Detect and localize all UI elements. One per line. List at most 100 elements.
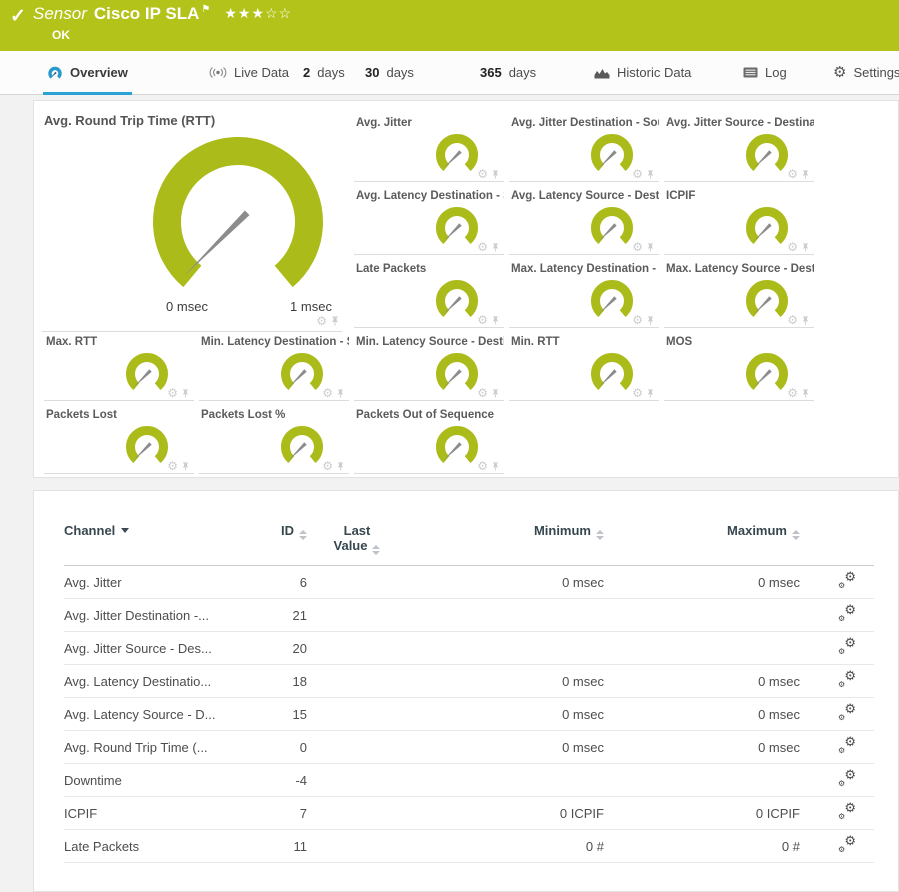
pin-icon[interactable] xyxy=(646,315,655,326)
gauge-cell: Packets Out of Sequence ⚙ xyxy=(354,409,504,474)
tab-365-days[interactable]: 365 days xyxy=(476,51,540,94)
gear-icon[interactable]: ⚙ xyxy=(787,168,798,180)
channel-settings-gears-icon[interactable]: ⚙⚙ xyxy=(838,770,856,787)
channel-last-value-cell xyxy=(307,698,407,731)
gauge-cell: Max. Latency Source - Destin...⚙ xyxy=(664,263,814,328)
gauge-cell: Min. Latency Source - Destina...⚙ xyxy=(354,336,504,401)
channel-name-cell[interactable]: Avg. Jitter Source - Des... xyxy=(64,632,249,665)
table-row: Avg. Jitter Source - Des...20⚙⚙ xyxy=(64,632,874,665)
pin-icon[interactable] xyxy=(801,242,810,253)
channel-name-cell[interactable]: Avg. Jitter Destination -... xyxy=(64,599,249,632)
gear-icon[interactable]: ⚙ xyxy=(477,314,488,326)
channel-settings-gears-icon[interactable]: ⚙⚙ xyxy=(838,638,856,655)
priority-stars[interactable]: ★★★☆☆ xyxy=(224,5,292,21)
gear-icon[interactable]: ⚙ xyxy=(477,168,488,180)
channel-settings-gears-icon[interactable]: ⚙⚙ xyxy=(838,836,856,853)
channel-settings-gears-icon[interactable]: ⚙⚙ xyxy=(838,605,856,622)
pin-icon[interactable] xyxy=(336,461,345,472)
channel-settings-gears-icon[interactable]: ⚙⚙ xyxy=(838,572,856,589)
channel-settings-gears-icon[interactable]: ⚙⚙ xyxy=(838,803,856,820)
channel-gauge xyxy=(432,129,482,179)
gear-icon[interactable]: ⚙ xyxy=(167,460,178,472)
channel-minimum-cell: 0 msec xyxy=(407,731,604,764)
gear-icon[interactable]: ⚙ xyxy=(632,387,643,399)
broadcast-icon xyxy=(209,66,227,79)
tab-label: days xyxy=(317,65,344,80)
gauge-cell: Avg. Jitter Destination - Source⚙ xyxy=(509,117,659,182)
channel-settings-gears-icon[interactable]: ⚙⚙ xyxy=(838,737,856,754)
pin-icon[interactable] xyxy=(646,242,655,253)
tab-settings[interactable]: ⚙ Settings xyxy=(829,51,899,94)
pin-icon[interactable] xyxy=(801,315,810,326)
sort-icon xyxy=(299,530,307,540)
gear-icon[interactable]: ⚙ xyxy=(787,314,798,326)
channel-name-cell[interactable]: Avg. Latency Source - D... xyxy=(64,698,249,731)
tab-historic-data[interactable]: Historic Data xyxy=(590,51,695,94)
flag-icon[interactable]: ⚑ xyxy=(201,4,210,15)
tab-log[interactable]: Log xyxy=(739,51,791,94)
gear-icon[interactable]: ⚙ xyxy=(316,315,327,327)
pin-icon[interactable] xyxy=(491,315,500,326)
channel-name-cell[interactable]: Avg. Jitter xyxy=(64,566,249,599)
pin-icon[interactable] xyxy=(491,388,500,399)
pin-icon[interactable] xyxy=(491,242,500,253)
pin-icon[interactable] xyxy=(801,388,810,399)
gauge-max-label: 1 msec xyxy=(281,299,341,314)
column-header-maximum[interactable]: Maximum xyxy=(604,517,800,566)
channel-maximum-cell: 0 # xyxy=(604,830,800,863)
gear-icon[interactable]: ⚙ xyxy=(787,241,798,253)
tab-live-data[interactable]: Live Data xyxy=(205,51,293,94)
column-header-id[interactable]: ID xyxy=(249,517,307,566)
tab-2-days[interactable]: 2 days xyxy=(299,51,349,94)
tab-30-days[interactable]: 30 days xyxy=(361,51,418,94)
channel-name-cell[interactable]: ICPIF xyxy=(64,797,249,830)
channel-last-value-cell xyxy=(307,797,407,830)
gauge-title: Packets Out of Sequence xyxy=(356,409,504,421)
pin-icon[interactable] xyxy=(801,169,810,180)
column-header-last-value[interactable]: Last Value xyxy=(307,517,407,566)
channel-name-cell[interactable]: Avg. Round Trip Time (... xyxy=(64,731,249,764)
gear-icon[interactable]: ⚙ xyxy=(632,241,643,253)
channel-minimum-cell: 0 ICPIF xyxy=(407,797,604,830)
gauge-title: Avg. Jitter xyxy=(356,117,504,129)
gear-icon[interactable]: ⚙ xyxy=(632,314,643,326)
channel-name-cell[interactable]: Avg. Latency Destinatio... xyxy=(64,665,249,698)
channel-last-value-cell xyxy=(307,599,407,632)
channel-minimum-cell xyxy=(407,599,604,632)
channel-settings-gears-icon[interactable]: ⚙⚙ xyxy=(838,704,856,721)
column-header-channel[interactable]: Channel xyxy=(64,517,249,566)
pin-icon[interactable] xyxy=(181,388,190,399)
gear-icon[interactable]: ⚙ xyxy=(322,387,333,399)
pin-icon[interactable] xyxy=(646,169,655,180)
table-row: Avg. Latency Destinatio...180 msec0 msec… xyxy=(64,665,874,698)
gauge-title: Min. Latency Destination - So... xyxy=(201,336,349,348)
tab-label: Historic Data xyxy=(617,65,691,80)
gauge-title: Packets Lost % xyxy=(201,409,349,421)
tab-label: Overview xyxy=(70,65,128,80)
column-header-minimum[interactable]: Minimum xyxy=(407,517,604,566)
channel-name-cell[interactable]: Downtime xyxy=(64,764,249,797)
channel-minimum-cell: 0 # xyxy=(407,830,604,863)
pin-icon[interactable] xyxy=(336,388,345,399)
pin-icon[interactable] xyxy=(330,315,340,327)
gear-icon[interactable]: ⚙ xyxy=(787,387,798,399)
channel-name-cell[interactable]: Late Packets xyxy=(64,830,249,863)
pin-icon[interactable] xyxy=(181,461,190,472)
gear-icon[interactable]: ⚙ xyxy=(167,387,178,399)
sensor-header: ✓ SensorCisco IP SLA⚑★★★☆☆ OK xyxy=(0,0,899,51)
gear-icon[interactable]: ⚙ xyxy=(632,168,643,180)
gauge-title: Packets Lost xyxy=(46,409,194,421)
gear-icon[interactable]: ⚙ xyxy=(477,241,488,253)
tab-label: Live Data xyxy=(234,65,289,80)
gear-icon[interactable]: ⚙ xyxy=(477,460,488,472)
channel-maximum-cell xyxy=(604,764,800,797)
channel-settings-gears-icon[interactable]: ⚙⚙ xyxy=(838,671,856,688)
pin-icon[interactable] xyxy=(491,169,500,180)
gear-icon[interactable]: ⚙ xyxy=(477,387,488,399)
table-header-row: Channel ID Last Value Minimum Maximum xyxy=(64,517,874,566)
tab-overview[interactable]: Overview xyxy=(43,51,132,94)
pin-icon[interactable] xyxy=(646,388,655,399)
pin-icon[interactable] xyxy=(491,461,500,472)
gear-icon[interactable]: ⚙ xyxy=(322,460,333,472)
gauge-title: Max. Latency Destination - So... xyxy=(511,263,659,275)
